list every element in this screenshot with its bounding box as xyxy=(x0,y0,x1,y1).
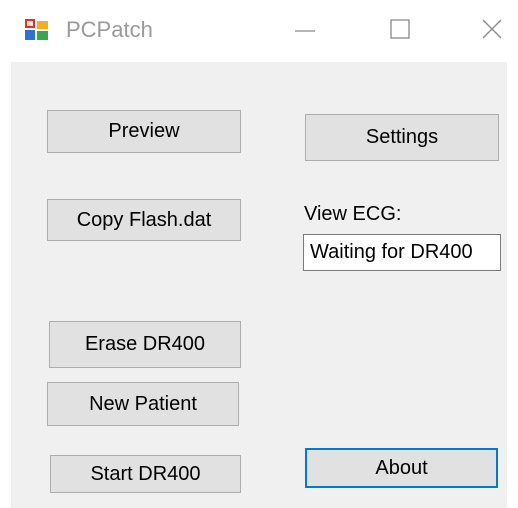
new-patient-button[interactable]: New Patient xyxy=(47,382,239,426)
start-dr400-button[interactable]: Start DR400 xyxy=(50,455,241,493)
close-button[interactable] xyxy=(461,0,518,62)
erase-dr400-button[interactable]: Erase DR400 xyxy=(49,321,241,368)
app-icon[interactable] xyxy=(25,19,49,41)
minimize-button[interactable] xyxy=(274,0,336,62)
copy-flash-button[interactable]: Copy Flash.dat xyxy=(47,199,241,241)
ecg-status-field[interactable]: Waiting for DR400 xyxy=(303,234,501,271)
about-button[interactable]: About xyxy=(305,448,498,488)
pcpatch-window: PCPatch Preview Settings Copy Flash.dat … xyxy=(0,0,518,508)
view-ecg-label: View ECG: xyxy=(304,203,402,225)
window-title: PCPatch xyxy=(66,17,153,42)
preview-button[interactable]: Preview xyxy=(47,110,241,153)
title-bar[interactable]: PCPatch xyxy=(0,0,518,62)
close-icon xyxy=(482,19,502,44)
maximize-button[interactable] xyxy=(369,0,431,62)
client-area: Preview Settings Copy Flash.dat View ECG… xyxy=(11,62,507,508)
settings-button[interactable]: Settings xyxy=(305,114,499,161)
minimize-icon xyxy=(295,19,315,44)
maximize-icon xyxy=(390,18,410,44)
